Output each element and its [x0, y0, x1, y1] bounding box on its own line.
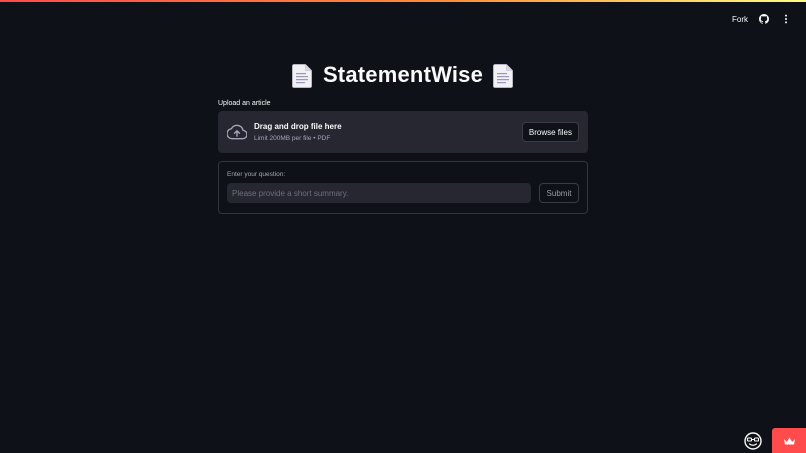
main-content: StatementWise Upload an article Drag and… [218, 57, 588, 214]
browse-files-button[interactable]: Browse files [521, 122, 579, 142]
submit-button[interactable]: Submit [539, 183, 579, 203]
hosted-badge[interactable] [772, 428, 806, 453]
streamlit-face-icon[interactable] [744, 432, 762, 450]
uploader-label: Upload an article [218, 100, 271, 107]
document-icon [292, 63, 313, 88]
question-label: Enter your question: [227, 171, 286, 178]
file-dropzone[interactable]: Drag and drop file here Limit 200MB per … [218, 111, 588, 153]
dropzone-title: Drag and drop file here [254, 122, 342, 131]
cloud-upload-icon [227, 124, 247, 140]
github-icon[interactable] [758, 13, 770, 25]
page-title: StatementWise [322, 62, 484, 87]
question-row: Submit [227, 183, 579, 203]
crown-icon [783, 436, 796, 446]
dropzone-limits: Limit 200MB per file • PDF [254, 135, 331, 142]
more-vertical-icon[interactable] [780, 13, 792, 25]
question-input[interactable] [227, 183, 531, 203]
top-decoration-stripe [0, 0, 806, 2]
dropzone-text: Drag and drop file here Limit 200MB per … [254, 122, 522, 142]
page-title-row: StatementWise [218, 57, 588, 93]
question-form: Enter your question: Submit [218, 161, 588, 214]
fork-link[interactable]: Fork [732, 15, 748, 24]
document-icon [493, 63, 514, 88]
app-root: Fork StatementWise Upload an article Dra… [0, 0, 806, 453]
header-toolbar: Fork [732, 11, 792, 27]
